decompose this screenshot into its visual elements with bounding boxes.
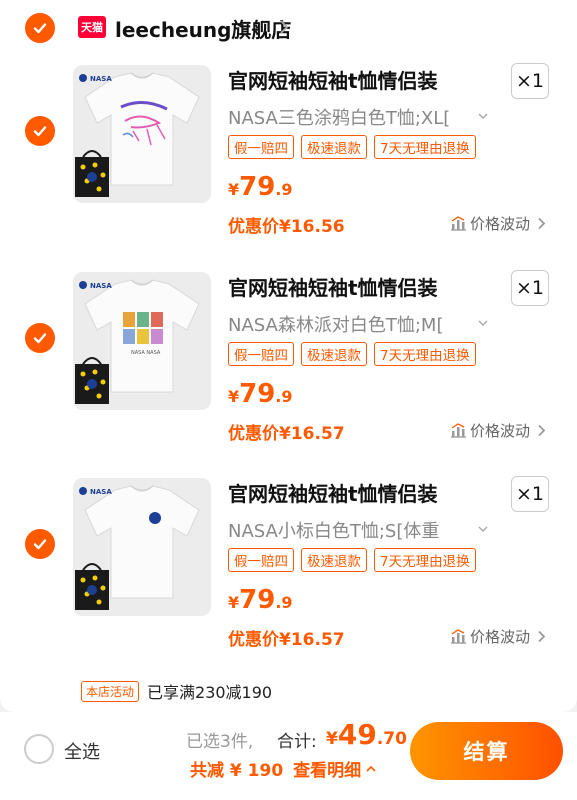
price-trend-label: 价格波动 [470, 422, 531, 440]
service-tag: 7天无理由退换 [374, 135, 476, 159]
item-checkbox[interactable] [25, 323, 55, 353]
checkmark-icon [33, 539, 47, 550]
sku-selector[interactable]: NASA小标白色T恤;S[体重 [228, 517, 439, 543]
product-image[interactable]: NASA [73, 478, 211, 616]
price-decimal: .9 [275, 180, 293, 199]
total-decimal: .70 [376, 729, 407, 749]
checkmark-icon [33, 126, 47, 137]
total-integer: 49 [337, 718, 377, 751]
cart-item: NASA 官网短袖短袖t恤情侣装 ×1 NASA小标白色T恤;S[体重 假一赔四… [0, 476, 577, 678]
quantity-stepper[interactable]: ×1 [511, 270, 549, 306]
service-tag: 假一赔四 [228, 135, 294, 159]
promo-price: 优惠价¥16.57 [228, 630, 345, 650]
promo-price: 优惠价¥16.56 [228, 217, 345, 237]
tmall-badge: 天猫 [78, 16, 106, 38]
service-tag: 7天无理由退换 [374, 342, 476, 366]
service-tags: 假一赔四 极速退款 7天无理由退换 [228, 135, 476, 159]
checkout-bar: 全选 已选3件, 合计: ¥49.70 共减 ¥ 190 查看明细 结算 [0, 712, 577, 800]
promo-price: 优惠价¥16.57 [228, 424, 345, 444]
product-price: ¥79.9 [228, 379, 293, 409]
chevron-right-icon [538, 424, 546, 437]
product-title[interactable]: 官网短袖短袖t恤情侣装 [228, 478, 438, 507]
shop-name[interactable]: leecheung旗舰店 [115, 14, 291, 43]
total-price: ¥49.70 [326, 718, 407, 751]
product-image[interactable]: NASA [73, 65, 211, 203]
price-chart-icon [451, 216, 466, 231]
checkout-button[interactable]: 结算 [410, 722, 563, 780]
service-tags: 假一赔四 极速退款 7天无理由退换 [228, 548, 476, 572]
chevron-right-icon [538, 217, 546, 230]
tshirt-forest-party-image: NASA NASA NASA [73, 272, 211, 410]
discount-summary: 共减 ¥ 190 查看明细 [190, 756, 377, 781]
shop-activity: 本店活动 已享满230减190 [81, 679, 272, 703]
service-tag: 假一赔四 [228, 342, 294, 366]
quantity-stepper[interactable]: ×1 [511, 63, 549, 99]
tshirt-graffiti-image: NASA [73, 65, 211, 203]
svg-text:NASA NASA: NASA NASA [131, 350, 161, 356]
price-currency: ¥ [228, 593, 240, 612]
price-chart-icon [451, 423, 466, 438]
chevron-down-icon[interactable] [477, 318, 489, 328]
quantity-stepper[interactable]: ×1 [511, 476, 549, 512]
view-details-label: 查看明细 [293, 761, 362, 781]
view-details-link[interactable]: 查看明细 [293, 756, 377, 781]
activity-text: 已享满230减190 [147, 683, 273, 702]
price-integer: 79 [239, 585, 276, 615]
checkmark-icon [33, 333, 47, 344]
price-currency: ¥ [228, 387, 240, 406]
service-tag: 极速退款 [301, 548, 367, 572]
service-tag: 极速退款 [301, 135, 367, 159]
shop-checkbox[interactable] [25, 13, 55, 43]
activity-badge: 本店活动 [81, 680, 140, 702]
cart-item: NASA NASA NASA 官网短袖短袖t恤情侣装 ×1 NASA森林派对白色… [0, 270, 577, 472]
svg-text:NASA: NASA [90, 488, 112, 496]
cart-item: NASA 官网短袖短袖t恤情侣装 ×1 NASA三色涂鸦白色T恤;XL[ 假一赔… [0, 63, 577, 265]
item-checkbox[interactable] [25, 116, 55, 146]
discount-amount: 共减 ¥ 190 [190, 761, 284, 781]
sku-selector[interactable]: NASA三色涂鸦白色T恤;XL[ [228, 104, 450, 130]
price-trend-link[interactable]: 价格波动 [450, 626, 550, 647]
service-tags: 假一赔四 极速退款 7天无理由退换 [228, 342, 476, 366]
price-trend-label: 价格波动 [470, 215, 531, 233]
service-tag: 假一赔四 [228, 548, 294, 572]
chevron-right-icon[interactable] [278, 18, 290, 36]
price-trend-link[interactable]: 价格波动 [450, 213, 550, 234]
cart-shop-card: 天猫 leecheung旗舰店 NASA 官网短袖短袖t恤情侣装 ×1 NASA… [0, 0, 577, 712]
chevron-up-icon [366, 765, 376, 772]
product-price: ¥79.9 [228, 172, 293, 202]
price-trend-label: 价格波动 [470, 628, 531, 646]
price-currency: ¥ [228, 180, 240, 199]
service-tag: 极速退款 [301, 342, 367, 366]
item-checkbox[interactable] [25, 529, 55, 559]
chevron-down-icon[interactable] [477, 111, 489, 121]
svg-text:NASA: NASA [90, 282, 112, 290]
product-title[interactable]: 官网短袖短袖t恤情侣装 [228, 65, 438, 94]
shop-header[interactable]: 天猫 leecheung旗舰店 [0, 0, 577, 56]
chevron-right-icon [538, 630, 546, 643]
select-all-checkbox[interactable] [24, 734, 54, 764]
product-price: ¥79.9 [228, 585, 293, 615]
service-tag: 7天无理由退换 [374, 548, 476, 572]
price-decimal: .9 [275, 387, 293, 406]
select-all-label[interactable]: 全选 [64, 738, 100, 764]
selected-count: 已选3件, [186, 732, 254, 752]
price-decimal: .9 [275, 593, 293, 612]
total-currency: ¥ [326, 729, 338, 749]
price-chart-icon [451, 629, 466, 644]
chevron-down-icon[interactable] [477, 524, 489, 534]
product-image[interactable]: NASA NASA NASA [73, 272, 211, 410]
price-integer: 79 [239, 172, 276, 202]
price-trend-link[interactable]: 价格波动 [450, 420, 550, 441]
checkmark-icon [33, 23, 47, 34]
price-integer: 79 [239, 379, 276, 409]
tshirt-small-logo-image: NASA [73, 478, 211, 616]
total-label: 合计: [277, 732, 317, 752]
product-title[interactable]: 官网短袖短袖t恤情侣装 [228, 272, 438, 301]
sku-selector[interactable]: NASA森林派对白色T恤;M[ [228, 311, 443, 337]
svg-text:NASA: NASA [90, 75, 112, 83]
